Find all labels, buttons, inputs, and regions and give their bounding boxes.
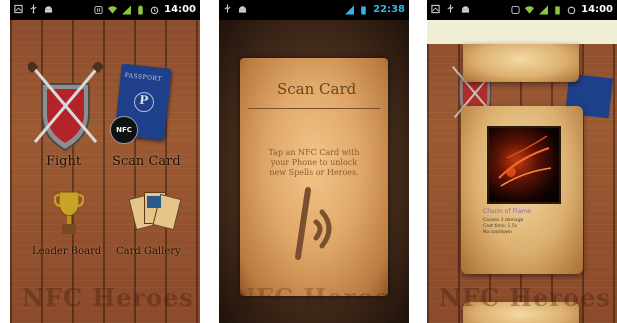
card-gallery-label: Card Gallery [116,246,181,257]
notification-strip [427,20,617,44]
status-clock: 22:38 [373,4,405,15]
usb-icon [30,4,37,14]
nfc-tap-icon [295,187,332,260]
card-name: Charm of Flame [483,208,531,215]
fight-button[interactable]: Fight [28,62,103,177]
notification-icon [14,4,23,14]
signal-icon [345,5,355,15]
leader-board-label: Leader Board [32,246,102,257]
unlocked-card[interactable]: Charm of Flame Causes 3 damage Cast time… [461,106,583,274]
usb-icon [224,4,231,13]
status-bar: 14:00 [427,0,617,20]
wifi-icon [108,6,118,14]
nfc-badge: NFC [110,116,138,144]
card-gallery-button[interactable]: Card Gallery [116,188,196,262]
screen-scan-card: 22:38 Scan Card Tap an NFC Card with you… [219,0,409,323]
status-bar: 22:38 [219,0,409,20]
app-watermark: NFC Heroes [439,283,611,312]
card-artwork [487,126,561,204]
android-icon [461,6,470,13]
android-icon [238,6,247,13]
scan-instruction: Tap an NFC Card with your Phone to unloc… [268,148,360,177]
status-clock: 14:00 [164,4,196,15]
wifi-icon [525,6,535,14]
crossed-swords-shield-icon [28,62,103,152]
battery-icon [138,5,143,15]
screen-main-menu: 14:00 Fight PASSPORT P NFC Scan Card Lea… [10,0,200,323]
usb-icon [447,4,454,13]
scan-card-title: Scan Card [277,80,357,98]
card-stack-icon [128,190,182,234]
nfc-status-icon [94,5,103,15]
passport-label: PASSPORT [124,71,163,83]
fight-label: Fight [46,154,82,169]
screen-card-unlocked: 14:00 Charm of Flame Causes 3 damage Cas… [427,0,617,323]
passport-letter: P [138,92,149,108]
scan-card-button[interactable]: PASSPORT P NFC Scan Card [108,63,200,178]
leader-board-button[interactable]: Leader Board [30,190,110,262]
flame-streaks-icon [498,135,552,187]
title-divider [248,108,380,109]
alarm-icon [150,6,159,15]
battery-icon [361,6,366,15]
card-line-3: No cooldown [483,230,512,235]
nfc-status-icon [511,5,520,15]
signal-icon [539,5,549,15]
battery-icon [555,6,560,15]
app-watermark: NFC Heroes [233,283,405,312]
status-bar: 14:00 [10,0,200,20]
signal-icon [122,5,132,15]
card-behind-top [463,44,579,82]
scan-card-panel: Scan Card Tap an NFC Card with your Phon… [240,58,388,296]
nfc-badge-label: NFC [116,126,132,134]
alarm-icon [567,6,576,15]
scan-card-label: Scan Card [112,154,181,169]
app-watermark: NFC Heroes [22,283,194,312]
trophy-icon [54,191,84,234]
notification-icon [431,4,440,14]
android-icon [44,6,53,13]
status-clock: 14:00 [581,4,613,15]
